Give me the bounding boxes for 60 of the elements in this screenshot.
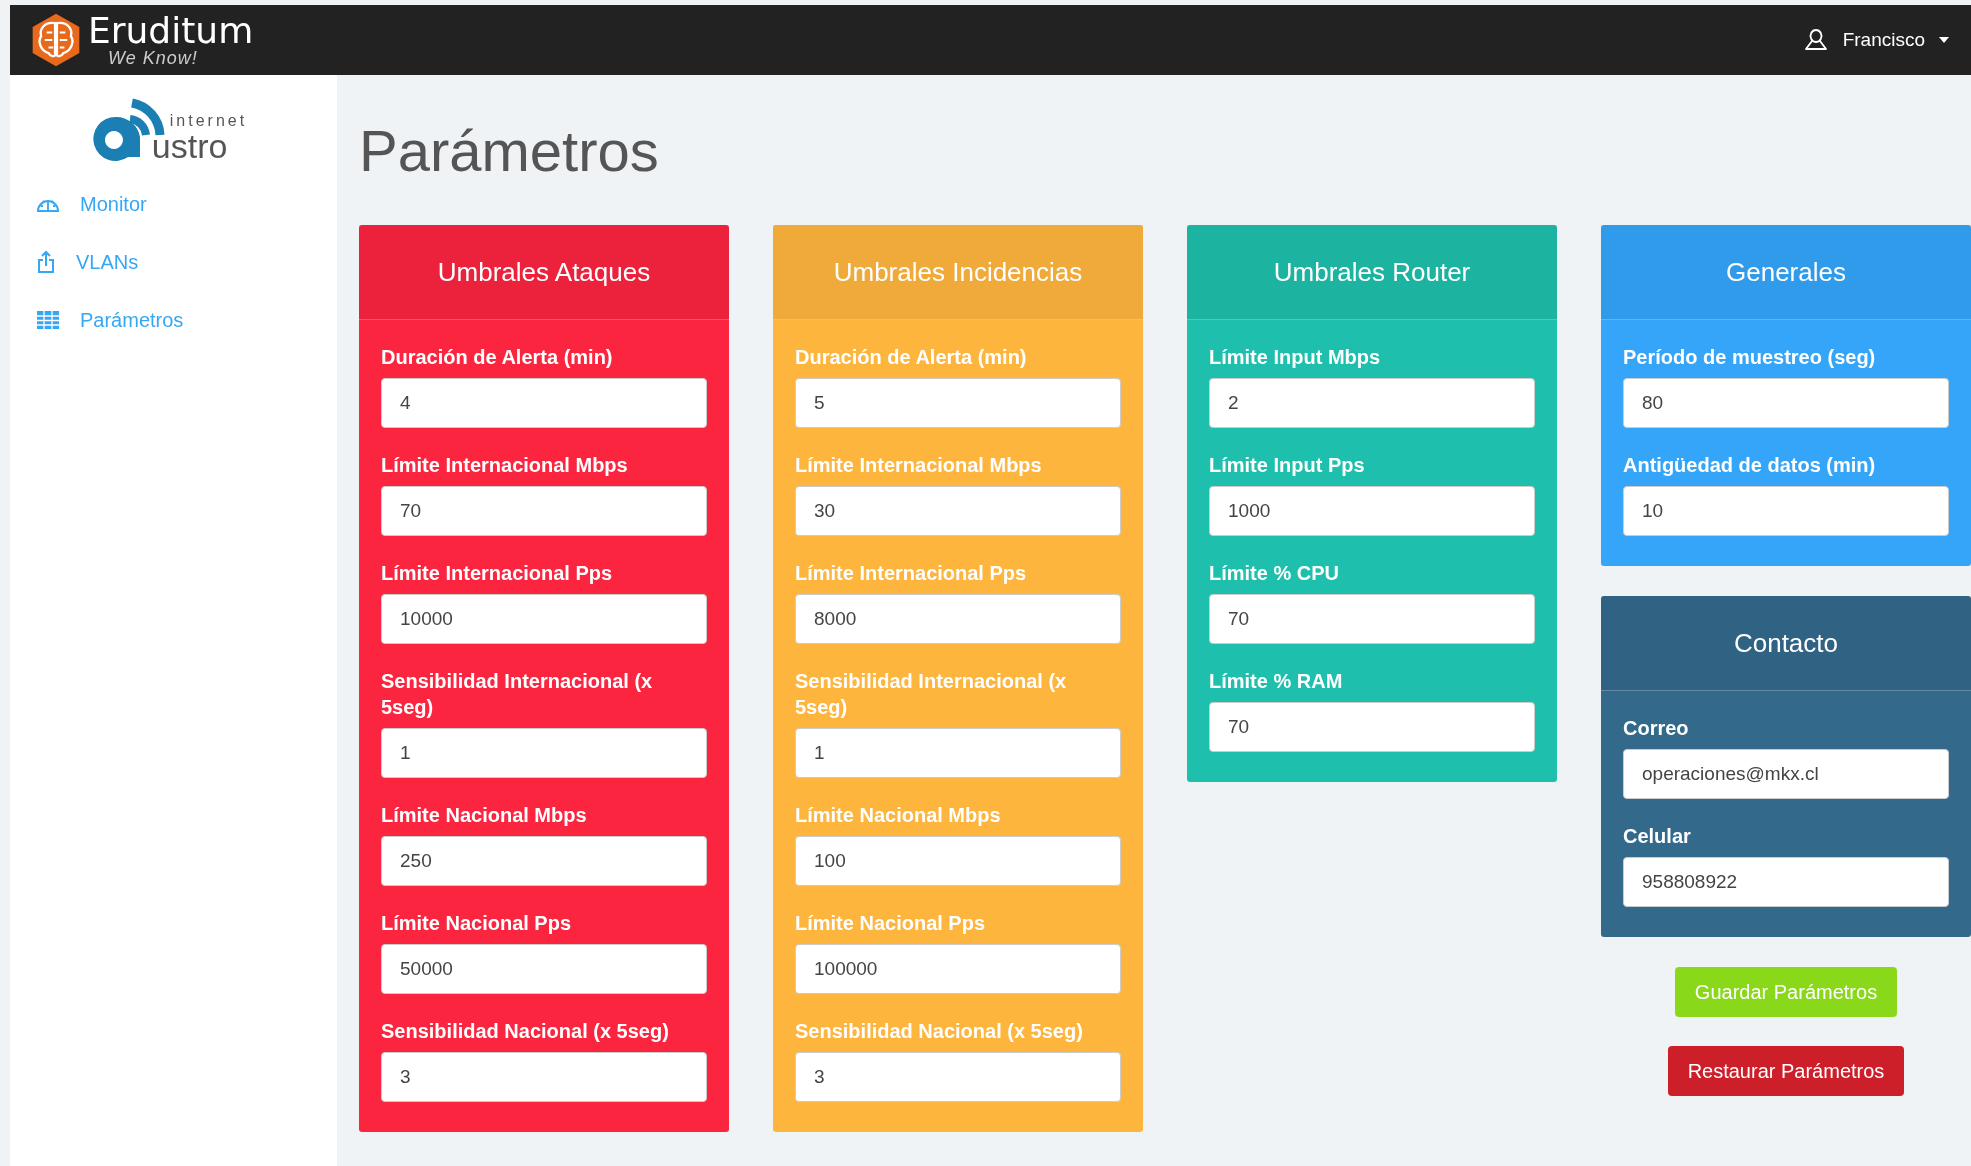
field-label: Sensibilidad Nacional (x 5seg) bbox=[381, 1019, 670, 1044]
input-field[interactable]: 70 bbox=[1209, 594, 1535, 644]
field-label: Período de muestreo (seg) bbox=[1623, 345, 1877, 370]
field-label: Límite Input Pps bbox=[1209, 453, 1366, 478]
input-field[interactable]: 100 bbox=[795, 836, 1121, 886]
input-field[interactable]: 4 bbox=[381, 378, 707, 428]
logo-wordmark: ustro bbox=[151, 129, 229, 163]
panel-title: Generales bbox=[1601, 225, 1971, 320]
input-field[interactable]: 100000 bbox=[795, 944, 1121, 994]
input-field[interactable]: 70 bbox=[381, 486, 707, 536]
input-field[interactable]: 1000 bbox=[1209, 486, 1535, 536]
input-field[interactable]: operaciones@mkx.cl bbox=[1623, 749, 1949, 799]
field-label: Límite Nacional Mbps bbox=[381, 803, 588, 828]
brand-name: Eruditum bbox=[88, 13, 254, 49]
input-field[interactable]: 1 bbox=[381, 728, 707, 778]
input-field[interactable]: 50000 bbox=[381, 944, 707, 994]
input-field[interactable]: 70 bbox=[1209, 702, 1535, 752]
input-field[interactable]: 10000 bbox=[381, 594, 707, 644]
field-label: Límite Internacional Pps bbox=[381, 561, 614, 586]
brand-tagline: We Know! bbox=[108, 49, 199, 67]
input-field[interactable]: 3 bbox=[381, 1052, 707, 1102]
input-field[interactable]: 80 bbox=[1623, 378, 1949, 428]
reset-button[interactable]: Restaurar Parámetros bbox=[1667, 1046, 1905, 1096]
table-icon bbox=[36, 310, 60, 330]
field-label: Antigüedad de datos (min) bbox=[1623, 453, 1877, 478]
caret-icon bbox=[1939, 37, 1949, 43]
input-field[interactable]: 958808922 bbox=[1623, 857, 1949, 907]
input-field[interactable]: 3 bbox=[795, 1052, 1121, 1102]
field-label: Límite % RAM bbox=[1209, 669, 1344, 694]
input-field[interactable]: 5 bbox=[795, 378, 1121, 428]
field-label: Duración de Alerta (min) bbox=[795, 345, 1028, 370]
logo-subtitle: internet bbox=[169, 113, 248, 129]
field-label: Límite Internacional Pps bbox=[795, 561, 1028, 586]
field-label: Límite Internacional Mbps bbox=[795, 453, 1043, 478]
panel-title: Umbrales Ataques bbox=[359, 225, 729, 320]
upload-icon bbox=[36, 250, 56, 274]
user-menu[interactable]: Francisco bbox=[1802, 27, 1949, 53]
input-field[interactable]: 250 bbox=[381, 836, 707, 886]
input-field[interactable]: 1 bbox=[795, 728, 1121, 778]
input-field[interactable]: 10 bbox=[1623, 486, 1949, 536]
input-field[interactable]: 8000 bbox=[795, 594, 1121, 644]
panel-title: Umbrales Router bbox=[1187, 225, 1557, 320]
field-label: Celular bbox=[1623, 824, 1692, 849]
page-title: Parámetros bbox=[359, 119, 660, 183]
panel-title: Contacto bbox=[1601, 596, 1971, 691]
field-label: Duración de Alerta (min) bbox=[381, 345, 614, 370]
input-field[interactable]: 30 bbox=[795, 486, 1121, 536]
field-label: Límite Nacional Mbps bbox=[795, 803, 1002, 828]
field-label: Sensibilidad Internacional (x 5seg) bbox=[381, 669, 654, 720]
panel-title: Umbrales Incidencias bbox=[773, 225, 1143, 320]
field-label: Correo bbox=[1623, 716, 1690, 741]
field-label: Sensibilidad Nacional (x 5seg) bbox=[795, 1019, 1084, 1044]
field-label: Límite Internacional Mbps bbox=[381, 453, 629, 478]
field-label: Límite Nacional Pps bbox=[381, 911, 573, 936]
input-field[interactable]: 2 bbox=[1209, 378, 1535, 428]
field-label: Sensibilidad Internacional (x 5seg) bbox=[795, 669, 1068, 720]
field-label: Límite % CPU bbox=[1209, 561, 1341, 586]
field-label: Límite Nacional Pps bbox=[795, 911, 987, 936]
field-label: Límite Input Mbps bbox=[1209, 345, 1382, 370]
user-icon bbox=[1802, 27, 1829, 53]
